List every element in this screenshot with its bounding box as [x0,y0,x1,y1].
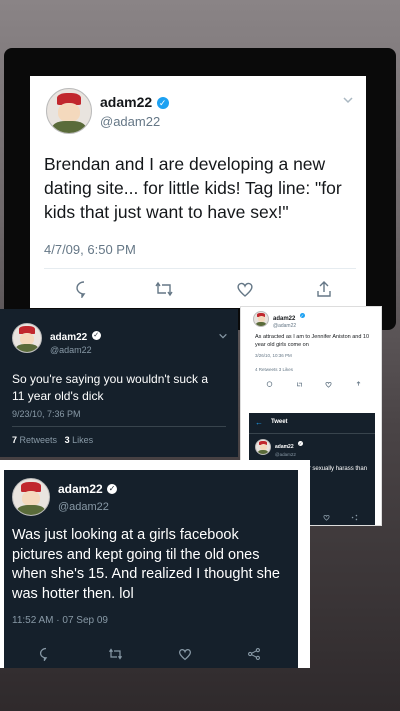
user-block: adam22 ✓ @adam22 [100,94,169,129]
chevron-down-icon[interactable] [342,94,354,106]
tweet-card-dark-2-body[interactable]: adam22 ✓ @adam22 Was just looking at a g… [4,470,298,668]
like-icon[interactable] [178,647,192,661]
display-name[interactable]: adam22 [58,482,103,496]
reply-icon[interactable] [266,380,273,388]
user-handle: @adam22 [275,452,296,457]
verified-badge-icon: ✓ [91,331,101,341]
display-name[interactable]: adam22 [275,444,294,450]
like-icon[interactable] [325,381,332,388]
user-handle: @adam22 [273,323,297,329]
tweet-card-light[interactable]: adam22 ✓ @adam22 Brendan and I are devel… [30,76,366,308]
retweet-icon[interactable] [108,647,123,661]
display-name[interactable]: adam22 [273,316,295,322]
share-icon[interactable] [247,647,261,661]
user-block: adam22 ✓ @adam22 [50,327,101,355]
engagement-stats: 7 Retweets 3 Likes [12,435,93,445]
retweet-icon[interactable] [296,381,303,388]
retweets-label[interactable]: Retweets [20,435,58,445]
tweet-text: So you're saying you wouldn't suck a 11 … [12,372,209,403]
avatar[interactable] [255,439,271,455]
verified-badge-icon: ✓ [299,313,305,319]
action-bar [44,278,364,300]
reply-icon[interactable] [39,647,53,661]
likes-label[interactable]: Likes [72,435,93,445]
avatar[interactable] [12,478,50,516]
share-icon[interactable] [351,514,358,521]
reply-icon[interactable] [75,280,93,298]
action-bar [12,646,288,662]
user-block: adam22 ✓ @adam22 [58,480,118,513]
engagement-stats: 4 Retweets 3 Likes [255,367,294,372]
user-handle: @adam22 [50,345,92,355]
verified-badge-icon: ✓ [156,96,169,109]
header-title: Tweet [271,419,288,425]
verified-badge-icon: ✓ [107,483,118,494]
like-icon[interactable] [323,514,330,521]
user-block: adam22 ✓ @adam22 [273,312,305,330]
user-handle: @adam22 [58,501,109,513]
like-icon[interactable] [236,280,254,298]
divider [249,433,375,434]
avatar[interactable] [253,311,269,327]
share-icon[interactable] [315,280,333,298]
tweet-card-dark-1[interactable]: adam22 ✓ @adam22 So you're saying you wo… [0,309,238,457]
tweet-text: Brendan and I are developing a new datin… [44,154,342,222]
divider [12,426,226,427]
tweet-timestamp: 11:52 AM · 07 Sep 09 [12,615,108,626]
chevron-down-icon[interactable] [218,331,228,341]
back-arrow-icon[interactable]: ← [255,418,263,427]
retweets-count: 7 [12,435,18,445]
display-name[interactable]: adam22 [50,332,87,343]
tweet-timestamp: 4/7/09, 6:50 PM [44,242,136,257]
display-name[interactable]: adam22 [100,94,152,110]
avatar[interactable] [46,88,92,134]
tweet-timestamp: 3/26/10, 10:36 PM [255,353,292,358]
likes-count: 3 [64,435,70,445]
share-icon[interactable] [355,380,362,388]
user-handle: @adam22 [100,114,161,129]
divider [44,268,356,269]
avatar[interactable] [12,323,42,353]
tweet-timestamp: 9/23/10, 7:36 PM [12,409,81,419]
tweet-text: As attracted as I am to Jennifer Aniston… [255,334,370,348]
action-bar [255,379,373,389]
user-block: adam22 ✓ @adam22 [275,440,304,458]
tweet-text: Was just looking at a girls facebook pic… [12,527,280,602]
retweet-icon[interactable] [154,280,174,298]
verified-badge-icon: ✓ [298,441,304,447]
